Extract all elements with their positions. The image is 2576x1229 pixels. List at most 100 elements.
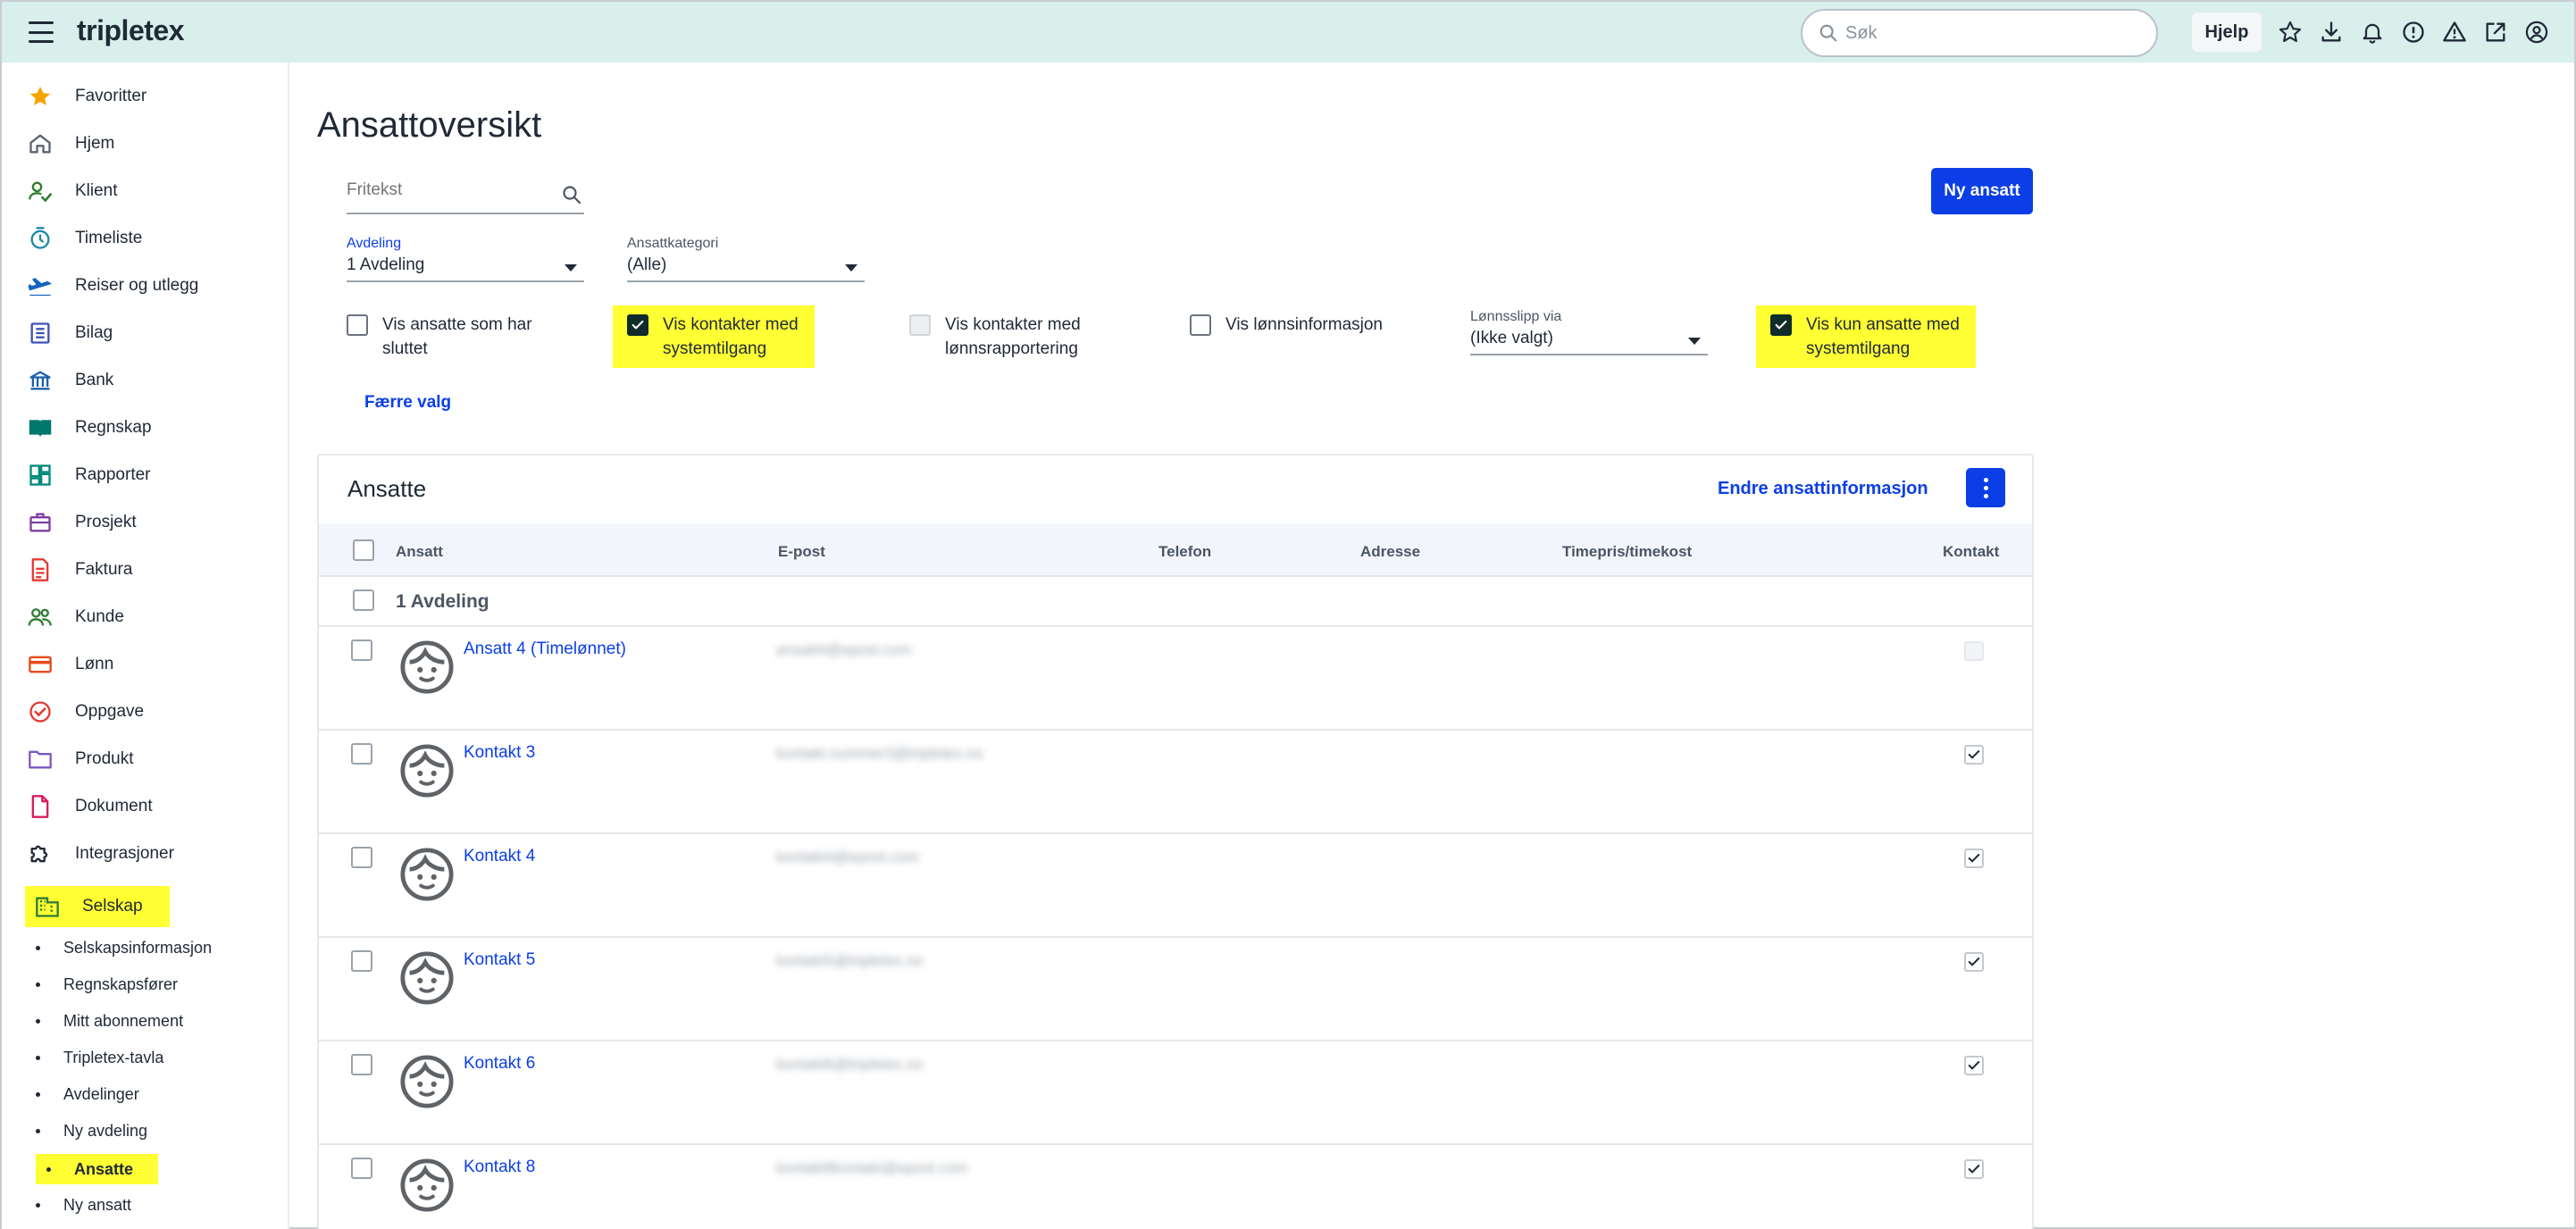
invoice-icon — [25, 555, 55, 585]
search-icon[interactable] — [561, 184, 582, 205]
sidebar-item-oppgave[interactable]: Oppgave — [25, 692, 144, 732]
show-only-employees-with-access-checkbox[interactable]: Vis kun ansatte med systemtilgang — [1756, 305, 1976, 368]
sidebar-subitem-regnskapsforer[interactable]: Regnskapsfører — [36, 969, 178, 999]
sidebar-subitem-selskapsinformasjon[interactable]: Selskapsinformasjon — [36, 932, 212, 963]
sidebar-item-favoritter[interactable]: Favoritter — [25, 77, 146, 116]
document-list-icon — [25, 318, 55, 348]
show-salary-info-checkbox[interactable]: Vis lønnsinformasjon — [1190, 313, 1383, 337]
select-all-checkbox[interactable] — [353, 539, 374, 561]
checkbox-box[interactable] — [1190, 314, 1211, 336]
employee-name-link[interactable]: Kontakt 6 — [464, 1054, 535, 1074]
sidebar-item-kunde[interactable]: Kunde — [25, 598, 124, 637]
checkbox-box-checked[interactable] — [627, 314, 648, 336]
download-icon[interactable] — [2315, 16, 2347, 48]
free-text-input[interactable] — [347, 180, 543, 200]
sidebar-subitem-ny-avdeling[interactable]: Ny avdeling — [36, 1116, 147, 1146]
global-search[interactable] — [1801, 9, 2158, 57]
info-icon[interactable] — [2397, 16, 2430, 48]
help-button[interactable]: Hjelp — [2192, 13, 2262, 52]
contact-checkbox-checked[interactable] — [1964, 745, 1984, 765]
sidebar-item-rapporter[interactable]: Rapporter — [25, 456, 151, 495]
new-employee-button[interactable]: Ny ansatt — [1931, 168, 2033, 214]
employee-email: ansatt4@epost.com — [776, 641, 912, 658]
show-contacts-with-access-checkbox[interactable]: Vis kontakter med systemtilgang — [613, 305, 815, 368]
employee-name-link[interactable]: Kontakt 3 — [464, 743, 535, 763]
table-row[interactable]: Kontakt 5 kontakt5@tripletex.no — [319, 938, 2032, 1041]
sidebar-subitem-mitt-abonnement[interactable]: Mitt abonnement — [36, 1006, 183, 1036]
table-row[interactable]: Kontakt 6 kontakt6@tripletex.no — [319, 1041, 2032, 1145]
employee-category-select[interactable]: Ansattkategori (Alle) — [627, 236, 865, 282]
sidebar-item-reiser-og-utlegg[interactable]: Reiser og utlegg — [25, 266, 198, 305]
column-header-kontakt[interactable]: Kontakt — [1943, 543, 1999, 561]
checkbox-box[interactable] — [347, 314, 368, 336]
sidebar-subitem-tripletex-tavla[interactable]: Tripletex-tavla — [36, 1042, 163, 1073]
contact-checkbox-checked[interactable] — [1964, 1056, 1984, 1075]
column-header-timepris[interactable]: Timepris/timekost — [1562, 543, 1692, 561]
sidebar-item-integrasjoner[interactable]: Integrasjoner — [25, 834, 174, 874]
row-checkbox[interactable] — [351, 950, 372, 972]
sidebar-item-label: Rapporter — [75, 465, 151, 484]
column-header-adresse[interactable]: Adresse — [1360, 543, 1420, 561]
employee-email: kontakt4@epost.com — [776, 849, 919, 865]
hamburger-menu-icon[interactable] — [29, 21, 54, 43]
sidebar-item-produkt[interactable]: Produkt — [25, 740, 133, 779]
sidebar-item-timeliste[interactable]: Timeliste — [25, 219, 142, 258]
sidebar-item-selskap[interactable]: Selskap — [25, 886, 170, 927]
row-checkbox[interactable] — [351, 640, 372, 661]
top-icons — [2274, 16, 2553, 48]
row-checkbox[interactable] — [351, 743, 372, 765]
row-checkbox[interactable] — [351, 847, 372, 868]
star-icon[interactable] — [2274, 16, 2306, 48]
sidebar-subitem-ansatte[interactable]: Ansatte — [36, 1154, 159, 1184]
column-header-ansatt[interactable]: Ansatt — [396, 543, 443, 561]
column-header-telefon[interactable]: Telefon — [1158, 543, 1211, 561]
sidebar-item-bank[interactable]: Bank — [25, 361, 113, 400]
contact-checkbox-checked[interactable] — [1964, 952, 1984, 972]
sidebar-item-lonn[interactable]: Lønn — [25, 645, 113, 684]
checkbox-label: Vis kontakter med — [945, 315, 1081, 334]
sidebar-item-regnskap[interactable]: Regnskap — [25, 408, 152, 447]
card-title: Ansatte — [347, 475, 427, 502]
sidebar-item-faktura[interactable]: Faktura — [25, 550, 132, 589]
bell-icon[interactable] — [2356, 16, 2388, 48]
employee-name-link[interactable]: Kontakt 4 — [464, 847, 535, 866]
tripletex-logo[interactable]: tripletex — [77, 14, 184, 47]
show-terminated-checkbox[interactable]: Vis ansatte som har sluttet — [347, 313, 532, 361]
sidebar-item-bilag[interactable]: Bilag — [25, 314, 113, 353]
employee-name-link[interactable]: Ansatt 4 (Timelønnet) — [464, 640, 626, 659]
table-row[interactable]: Ansatt 4 (Timelønnet) ansatt4@epost.com — [319, 627, 2032, 731]
user-icon[interactable] — [2521, 16, 2553, 48]
checkmark-icon — [1968, 957, 1980, 966]
checkbox-box-checked[interactable] — [1770, 314, 1792, 336]
sidebar-subitem-ny-ansatt[interactable]: Ny ansatt — [36, 1190, 131, 1220]
row-checkbox[interactable] — [351, 1158, 372, 1179]
more-options-icon[interactable] — [1966, 468, 2005, 507]
sidebar-item-label: Favoritter — [75, 87, 147, 105]
sidebar-item-hjem[interactable]: Hjem — [25, 124, 114, 163]
department-select[interactable]: Avdeling 1 Avdeling — [347, 236, 584, 282]
contact-checkbox-checked[interactable] — [1964, 1159, 1984, 1179]
contact-checkbox-checked[interactable] — [1964, 849, 1984, 868]
table-row[interactable]: Kontakt 3 kontakt.nummer3@tripletex.no — [319, 731, 2032, 834]
contact-checkbox[interactable] — [1964, 641, 1984, 661]
sidebar-subitem-avdelinger[interactable]: Avdelinger — [36, 1079, 139, 1109]
table-row[interactable]: Kontakt 4 kontakt4@epost.com — [319, 834, 2032, 938]
group-checkbox[interactable] — [353, 589, 374, 611]
free-text-search[interactable] — [347, 180, 584, 214]
show-contacts-with-payroll-checkbox[interactable]: Vis kontakter med lønnsrapportering — [909, 313, 1081, 361]
column-header-epost[interactable]: E-post — [778, 543, 825, 561]
fewer-options-link[interactable]: Færre valg — [364, 393, 451, 413]
employee-name-link[interactable]: Kontakt 8 — [464, 1158, 535, 1177]
warning-icon[interactable] — [2438, 16, 2471, 48]
row-checkbox[interactable] — [351, 1054, 372, 1075]
table-row[interactable]: Kontakt 8 kontakt8kontakt@epost.com — [319, 1145, 2032, 1229]
sidebar-item-dokument[interactable]: Dokument — [25, 787, 153, 826]
global-search-input[interactable] — [1845, 22, 2131, 44]
external-link-icon[interactable] — [2480, 16, 2512, 48]
employee-name-link[interactable]: Kontakt 5 — [464, 950, 535, 970]
edit-employee-info-link[interactable]: Endre ansattinformasjon — [1718, 479, 1928, 499]
checkbox-box-disabled[interactable] — [909, 314, 931, 336]
sidebar-item-klient[interactable]: Klient — [25, 171, 118, 211]
sidebar-item-prosjekt[interactable]: Prosjekt — [25, 503, 137, 542]
payslip-via-select[interactable]: Lønnsslipp via (Ikke valgt) — [1470, 309, 1708, 355]
